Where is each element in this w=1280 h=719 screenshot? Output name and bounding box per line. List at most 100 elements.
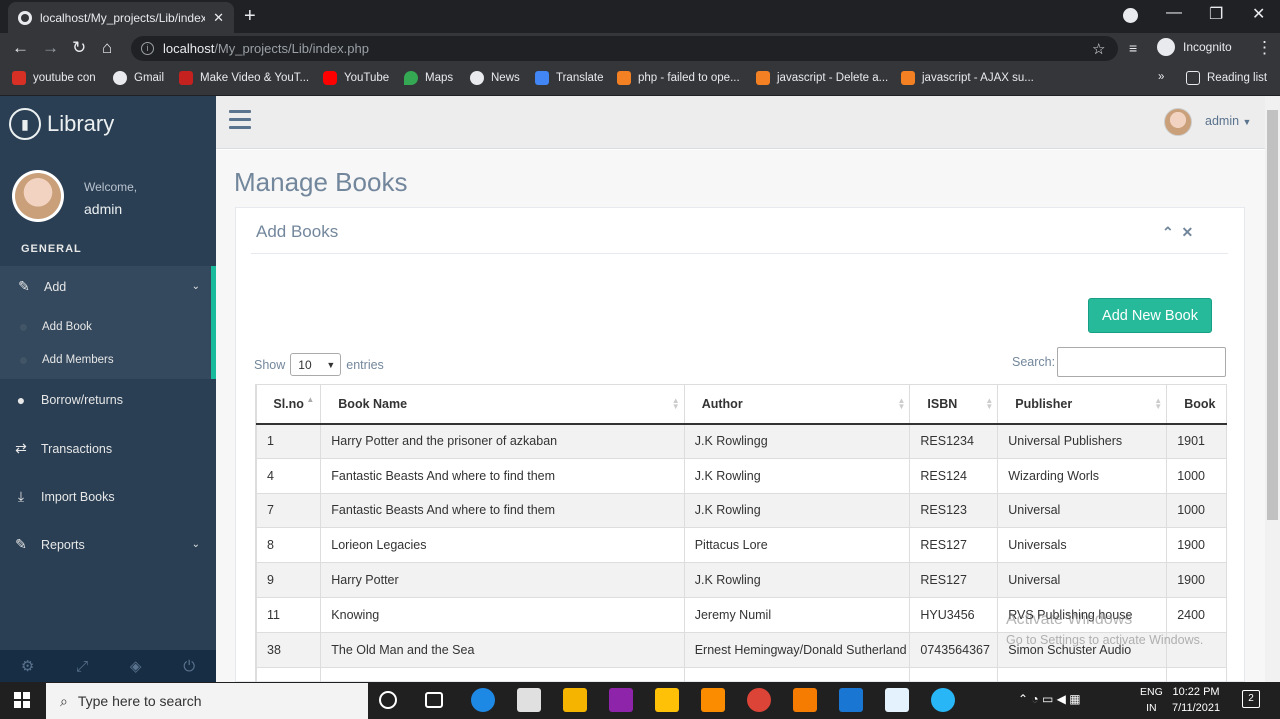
menu-toggle-icon[interactable] (229, 110, 251, 130)
bookmark-gmail[interactable]: Gmail (113, 71, 164, 85)
media-control-icon[interactable]: ≡ (1129, 40, 1137, 56)
submenu-add-book[interactable]: Add Book (20, 321, 92, 333)
mail-icon[interactable] (517, 688, 541, 712)
taskbar-search[interactable]: ⌕ Type here to search (46, 683, 368, 719)
vscode-icon[interactable] (839, 688, 863, 712)
table-row[interactable]: 9 Harry Potter J.K Rowling RES127 Universal 1… (256, 562, 1227, 598)
table-row[interactable]: 8 Lorieon Legacies Pittacus Lore RES127 Univ… (256, 527, 1227, 564)
bookmark-news[interactable]: News (470, 71, 520, 85)
notifications-icon[interactable]: 2 (1242, 690, 1260, 708)
xampp-icon[interactable] (701, 688, 725, 712)
table-cell (1166, 666, 1227, 682)
panel-divider (251, 253, 1228, 254)
bookmark-make-video[interactable]: Make Video & YouT... (179, 71, 309, 85)
menu-item-add[interactable]: ✎ Add ⌄ (14, 278, 200, 295)
eye-slash-icon[interactable]: ◈ (130, 657, 142, 675)
tab-search-icon[interactable] (1123, 8, 1138, 23)
new-tab-button[interactable]: + (244, 5, 256, 28)
profile-avatar (12, 170, 64, 222)
cortana-icon[interactable] (379, 691, 397, 709)
winrar-icon[interactable] (609, 688, 633, 712)
column-header-book[interactable]: Book (1166, 384, 1227, 425)
user-avatar[interactable] (1164, 108, 1192, 136)
table-row[interactable]: 4 Fantastic Beasts And where to find them… (256, 457, 1227, 494)
settings-icon[interactable]: ⚙ (21, 657, 34, 675)
forward-icon[interactable]: → (42, 38, 59, 58)
activation-watermark-text: Go to Settings to activate Windows. (1006, 633, 1204, 647)
taskbar-clock[interactable]: 10:22 PM 7/11/2021 (1172, 684, 1220, 716)
table-cell: RES1234 (909, 423, 999, 459)
scrollbar-thumb[interactable] (1267, 110, 1278, 520)
system-tray-icons[interactable]: ⌃ ◔ ▭ ◀ ▦ (1018, 692, 1081, 706)
table-row[interactable]: 7 Fantastic Beasts And where to find them… (256, 492, 1227, 529)
search-input[interactable] (1057, 347, 1226, 377)
menu-item-import[interactable]: ⤓ Import Books (11, 488, 115, 505)
browser-menu-icon[interactable]: ⋮ (1256, 38, 1273, 58)
store-icon[interactable] (563, 688, 587, 712)
table-row[interactable] (256, 666, 1227, 682)
info-icon[interactable]: i (141, 42, 154, 55)
chrome-icon[interactable] (747, 688, 771, 712)
edge-icon[interactable] (471, 688, 495, 712)
more-bookmarks-icon[interactable]: » (1158, 71, 1164, 83)
user-dropdown[interactable]: admin ▼ (1205, 114, 1251, 128)
column-header-book-name[interactable]: Book Name ▲ ▼ (320, 384, 685, 425)
menu-item-borrow[interactable]: ● Borrow/returns (11, 392, 123, 408)
bookmark-maps[interactable]: Maps (404, 71, 453, 85)
bookmark-php[interactable]: php - failed to ope... (617, 71, 740, 85)
table-cell: Lorieon Legacies (320, 527, 685, 564)
windows-start-icon[interactable] (14, 692, 30, 708)
fullscreen-icon[interactable]: ⤢ (76, 658, 88, 675)
caret-down-icon: ▼ (1242, 117, 1252, 127)
bookmark-js-ajax[interactable]: javascript - AJAX su... (901, 71, 1034, 85)
menu-item-transactions[interactable]: ⇄ Transactions (11, 440, 112, 457)
welcome-text: Welcome, (84, 180, 138, 194)
column-header-publisher[interactable]: Publisher ▲ ▼ (997, 384, 1168, 425)
sublime-text-icon[interactable] (793, 688, 817, 712)
column-header-slno[interactable]: Sl.no ▲ (256, 384, 322, 425)
table-cell: The Old Man and the Sea (320, 631, 685, 668)
column-header-author[interactable]: Author ▲ ▼ (683, 384, 911, 425)
column-header-isbn[interactable]: ISBN ▲ ▼ (909, 384, 999, 425)
submenu-add-members[interactable]: Add Members (20, 354, 114, 366)
table-cell: Wizarding Worls (997, 457, 1168, 494)
close-icon[interactable]: ✕ (1182, 224, 1194, 240)
table-cell (997, 666, 1168, 682)
collapse-icon[interactable]: ⌃ (1162, 224, 1174, 240)
brand-logo[interactable]: ▮ Library (9, 108, 114, 140)
add-new-book-button[interactable]: Add New Book (1088, 298, 1212, 333)
bookmark-youtube[interactable]: YouTube (323, 71, 389, 85)
table-row[interactable]: 1 Harry Potter and the prisoner of azkaba… (256, 423, 1227, 459)
power-icon[interactable]: ⏻ (183, 658, 195, 675)
table-cell: 2400 (1166, 596, 1227, 633)
table-cell: RES123 (909, 492, 999, 529)
incognito-indicator[interactable]: Incognito (1157, 38, 1232, 56)
telegram-icon[interactable] (931, 688, 955, 712)
reload-icon[interactable]: ↻ (72, 38, 86, 58)
chevron-down-icon: ▼ (326, 359, 336, 370)
close-tab-icon[interactable]: ✕ (213, 10, 224, 26)
minimize-icon[interactable]: — (1166, 4, 1182, 22)
edit-icon: ✎ (15, 536, 27, 552)
task-view-icon[interactable] (425, 692, 443, 708)
browser-tab[interactable]: localhost/My_projects/Lib/index. ✕ (8, 2, 234, 33)
reading-list[interactable]: Reading list (1186, 71, 1267, 85)
language-indicator[interactable]: ENG IN (1140, 684, 1163, 716)
entries-select[interactable]: 10 ▼ (290, 353, 342, 376)
table-cell: 1900 (1166, 562, 1227, 598)
table-cell: Universals (997, 527, 1168, 564)
bookmark-youtube-con[interactable]: youtube con (12, 71, 96, 85)
table-cell: Universal (997, 492, 1168, 529)
home-icon[interactable]: ⌂ (102, 38, 112, 58)
back-icon[interactable]: ← (12, 38, 29, 58)
maximize-icon[interactable]: ❐ (1209, 4, 1223, 24)
bookmark-js-delete[interactable]: javascript - Delete a... (756, 71, 888, 85)
close-window-icon[interactable]: ✕ (1252, 4, 1265, 24)
globe-icon (470, 71, 484, 85)
bookmark-star-icon[interactable]: ☆ (1092, 40, 1105, 58)
address-bar[interactable]: i localhost /My_projects/Lib/index.php (131, 36, 1118, 61)
menu-item-reports[interactable]: ✎ Reports ⌄ (11, 536, 200, 553)
bookmark-translate[interactable]: Translate (535, 71, 604, 85)
photos-icon[interactable] (885, 688, 909, 712)
file-explorer-icon[interactable] (655, 688, 679, 712)
